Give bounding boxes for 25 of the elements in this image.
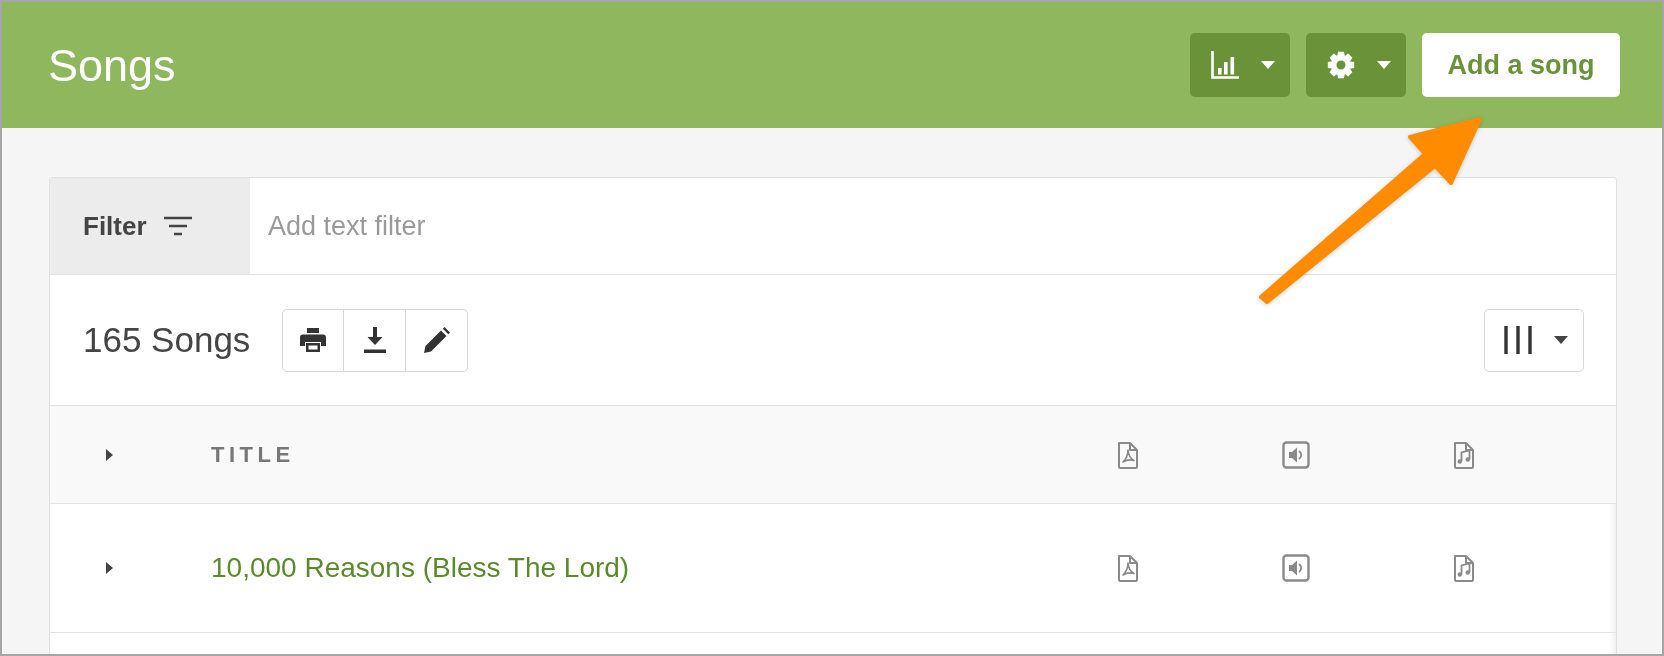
download-icon — [362, 327, 387, 353]
settings-icon — [1327, 51, 1355, 79]
page-title: Songs — [48, 42, 176, 88]
pencil-icon — [423, 327, 450, 353]
chart-menu-button[interactable] — [1190, 33, 1290, 97]
printer-icon — [300, 328, 327, 352]
pdf-file-icon — [1117, 440, 1139, 469]
song-title-link[interactable]: 10,000 Reasons (Bless The Lord) — [211, 552, 630, 584]
pdf-file-icon[interactable] — [1117, 554, 1139, 582]
add-song-button[interactable]: Add a song — [1422, 33, 1620, 97]
column-header: TITLE — [211, 441, 295, 468]
filter-icon — [163, 216, 192, 236]
music-file-icon — [1453, 440, 1475, 469]
print-button[interactable] — [282, 308, 345, 372]
columns-icon — [1504, 326, 1532, 354]
audio-file-icon[interactable] — [1282, 554, 1310, 582]
edit-button[interactable] — [406, 308, 469, 372]
settings-menu-button[interactable] — [1306, 33, 1406, 97]
filter-button[interactable]: Filter — [50, 178, 250, 274]
song-count: 165 Songs — [83, 320, 251, 360]
audio-file-icon — [1282, 440, 1310, 469]
music-file-icon[interactable] — [1453, 554, 1475, 582]
columns-menu-button[interactable] — [1484, 308, 1584, 372]
download-button[interactable] — [344, 308, 407, 372]
bar-chart-icon — [1211, 51, 1239, 79]
